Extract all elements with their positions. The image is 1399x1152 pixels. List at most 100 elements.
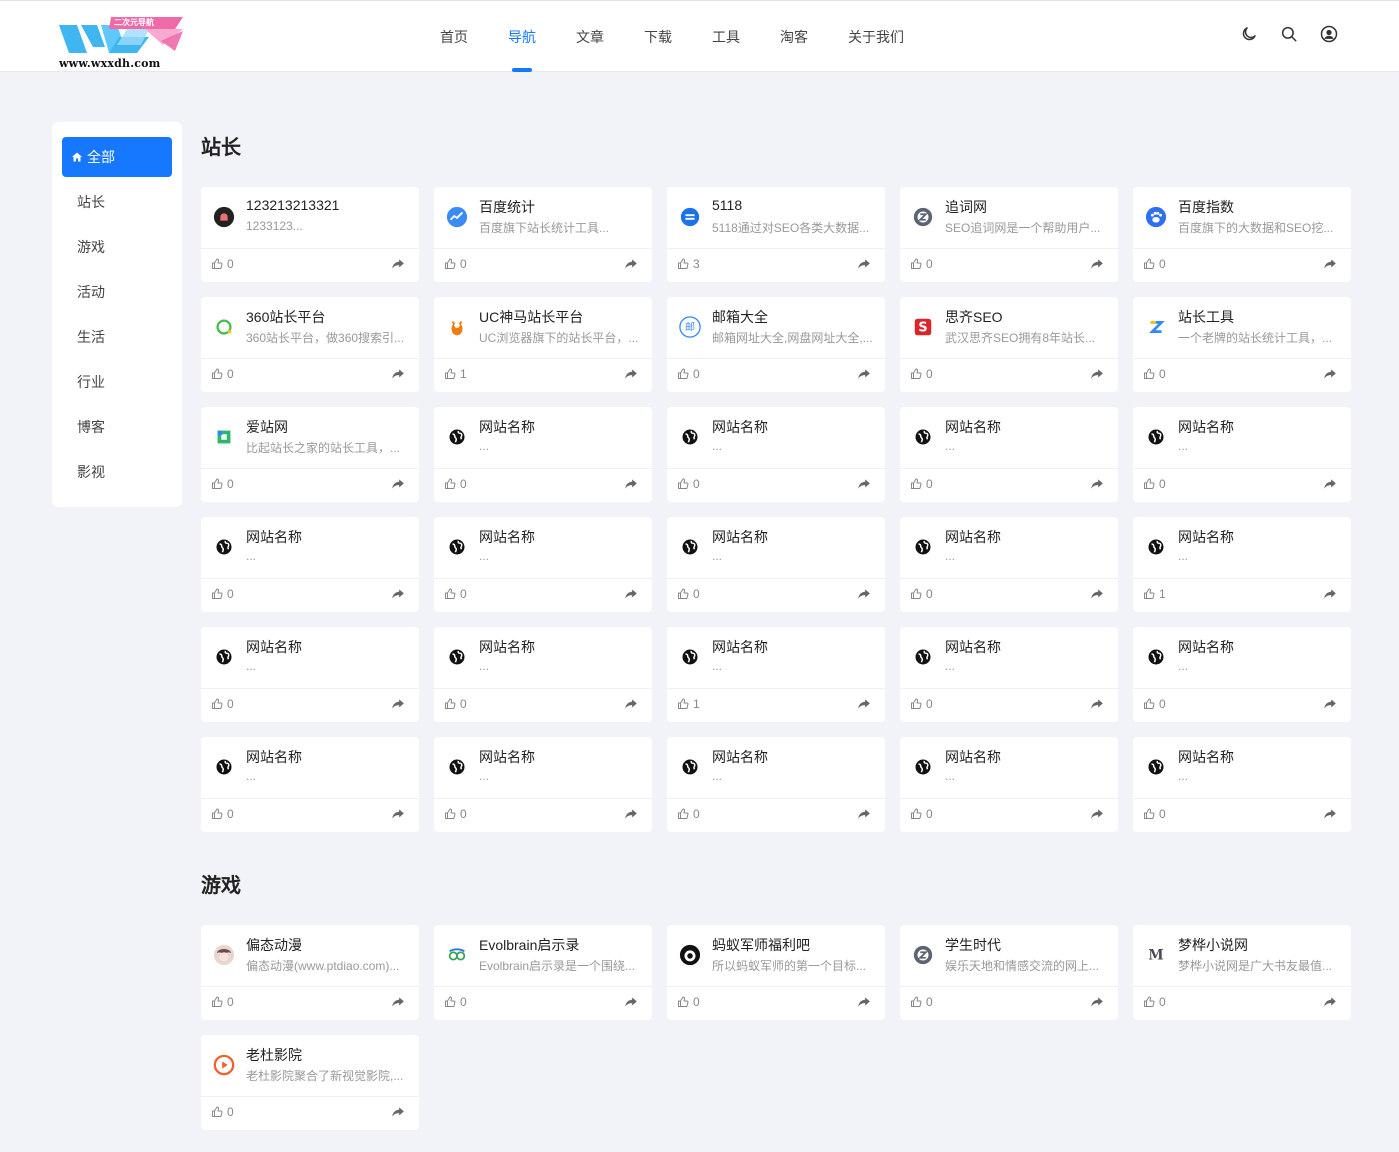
like-button[interactable]: 0	[1143, 697, 1166, 711]
site-card[interactable]: 学生时代 娱乐天地和情感交流的网上... 0	[900, 925, 1118, 1020]
site-card[interactable]: 网站名称... 0	[900, 517, 1118, 612]
like-button[interactable]: 0	[444, 995, 467, 1009]
share-icon[interactable]	[857, 257, 871, 271]
like-button[interactable]: 0	[910, 587, 933, 601]
like-button[interactable]: 0	[677, 807, 700, 821]
share-icon[interactable]	[1090, 367, 1104, 381]
site-card[interactable]: 邮 邮箱大全 邮箱网址大全,网盘网址大全,... 0	[667, 297, 885, 392]
site-card[interactable]: 网站名称... 0	[434, 737, 652, 832]
share-icon[interactable]	[857, 367, 871, 381]
share-icon[interactable]	[857, 807, 871, 821]
sidebar-item-7[interactable]: 影视	[62, 452, 172, 492]
sidebar-item-1[interactable]: 站长	[62, 182, 172, 222]
share-icon[interactable]	[857, 697, 871, 711]
share-icon[interactable]	[391, 697, 405, 711]
like-button[interactable]: 1	[444, 367, 467, 381]
like-button[interactable]: 0	[910, 257, 933, 271]
site-card[interactable]: 网站名称... 0	[1133, 627, 1351, 722]
site-card[interactable]: 站长工具 一个老牌的站长统计工具，... 0	[1133, 297, 1351, 392]
like-button[interactable]: 0	[211, 257, 234, 271]
share-icon[interactable]	[1090, 257, 1104, 271]
like-button[interactable]: 0	[910, 367, 933, 381]
share-icon[interactable]	[1090, 807, 1104, 821]
site-card[interactable]: Evolbrain启示录 Evolbrain启示录是一个围绕... 0	[434, 925, 652, 1020]
site-card[interactable]: 5118 5118通过对SEO各类大数据... 3	[667, 187, 885, 282]
site-card[interactable]: 网站名称... 0	[900, 407, 1118, 502]
like-button[interactable]: 0	[910, 477, 933, 491]
share-icon[interactable]	[1323, 697, 1337, 711]
sidebar-item-2[interactable]: 游戏	[62, 227, 172, 267]
search-icon[interactable]	[1280, 25, 1298, 43]
share-icon[interactable]	[391, 1105, 405, 1119]
share-icon[interactable]	[391, 257, 405, 271]
like-button[interactable]: 0	[444, 477, 467, 491]
site-card[interactable]: 网站名称... 1	[1133, 517, 1351, 612]
like-button[interactable]: 0	[211, 367, 234, 381]
site-card[interactable]: 蚂蚁军师福利吧 所以蚂蚁军师的第一个目标... 0	[667, 925, 885, 1020]
site-card[interactable]: 网站名称... 0	[201, 737, 419, 832]
like-button[interactable]: 0	[1143, 995, 1166, 1009]
site-card[interactable]: 网站名称... 1	[667, 627, 885, 722]
sidebar-item-4[interactable]: 生活	[62, 317, 172, 357]
share-icon[interactable]	[857, 587, 871, 601]
like-button[interactable]: 0	[910, 995, 933, 1009]
site-card[interactable]: 网站名称... 0	[1133, 737, 1351, 832]
nav-item-5[interactable]: 淘客	[760, 1, 828, 73]
share-icon[interactable]	[624, 257, 638, 271]
like-button[interactable]: 1	[1143, 587, 1166, 601]
site-card[interactable]: 追词网 SEO追词网是一个帮助用户... 0	[900, 187, 1118, 282]
site-card[interactable]: 网站名称... 0	[900, 737, 1118, 832]
share-icon[interactable]	[624, 477, 638, 491]
like-button[interactable]: 0	[211, 807, 234, 821]
like-button[interactable]: 0	[211, 477, 234, 491]
like-button[interactable]: 0	[444, 807, 467, 821]
nav-item-1[interactable]: 导航	[488, 1, 556, 73]
site-card[interactable]: M 梦桦小说网 梦桦小说网是广大书友最值... 0	[1133, 925, 1351, 1020]
site-card[interactable]: 爱站网 比起站长之家的站长工具，... 0	[201, 407, 419, 502]
site-card[interactable]: 老杜影院 老杜影院聚合了新视觉影院,... 0	[201, 1035, 419, 1130]
sidebar-item-0[interactable]: 全部	[62, 137, 172, 177]
site-card[interactable]: 网站名称... 0	[900, 627, 1118, 722]
site-card[interactable]: 网站名称... 0	[434, 627, 652, 722]
share-icon[interactable]	[1090, 995, 1104, 1009]
share-icon[interactable]	[391, 477, 405, 491]
share-icon[interactable]	[1323, 587, 1337, 601]
like-button[interactable]: 0	[677, 995, 700, 1009]
like-button[interactable]: 0	[1143, 477, 1166, 491]
site-card[interactable]: 百度指数 百度旗下的大数据和SEO挖... 0	[1133, 187, 1351, 282]
share-icon[interactable]	[1090, 477, 1104, 491]
site-card[interactable]: S 思齐SEO 武汉思齐SEO拥有8年站长... 0	[900, 297, 1118, 392]
share-icon[interactable]	[857, 477, 871, 491]
like-button[interactable]: 0	[677, 477, 700, 491]
like-button[interactable]: 0	[211, 1105, 234, 1119]
share-icon[interactable]	[1323, 995, 1337, 1009]
like-button[interactable]: 0	[1143, 257, 1166, 271]
like-button[interactable]: 0	[910, 697, 933, 711]
share-icon[interactable]	[624, 367, 638, 381]
site-card[interactable]: 360站长平台 360站长平台，做360搜索引... 0	[201, 297, 419, 392]
nav-item-3[interactable]: 下载	[624, 1, 692, 73]
site-card[interactable]: 网站名称... 0	[201, 517, 419, 612]
like-button[interactable]: 0	[211, 697, 234, 711]
nav-item-2[interactable]: 文章	[556, 1, 624, 73]
share-icon[interactable]	[1323, 477, 1337, 491]
share-icon[interactable]	[391, 995, 405, 1009]
sidebar-item-5[interactable]: 行业	[62, 362, 172, 402]
like-button[interactable]: 0	[677, 367, 700, 381]
share-icon[interactable]	[857, 995, 871, 1009]
nav-item-6[interactable]: 关于我们	[828, 1, 924, 73]
like-button[interactable]: 0	[444, 587, 467, 601]
like-button[interactable]: 0	[1143, 807, 1166, 821]
share-icon[interactable]	[624, 587, 638, 601]
share-icon[interactable]	[391, 587, 405, 601]
like-button[interactable]: 1	[677, 697, 700, 711]
share-icon[interactable]	[1323, 257, 1337, 271]
share-icon[interactable]	[1323, 807, 1337, 821]
site-logo[interactable]: 二次元导航 www.wxxdh.com	[57, 15, 187, 71]
share-icon[interactable]	[624, 995, 638, 1009]
site-card[interactable]: 偏态动漫 偏态动漫(www.ptdiao.com)... 0	[201, 925, 419, 1020]
site-card[interactable]: 百度统计 百度旗下站长统计工具... 0	[434, 187, 652, 282]
share-icon[interactable]	[1090, 587, 1104, 601]
share-icon[interactable]	[1090, 697, 1104, 711]
moon-icon[interactable]	[1240, 25, 1258, 43]
